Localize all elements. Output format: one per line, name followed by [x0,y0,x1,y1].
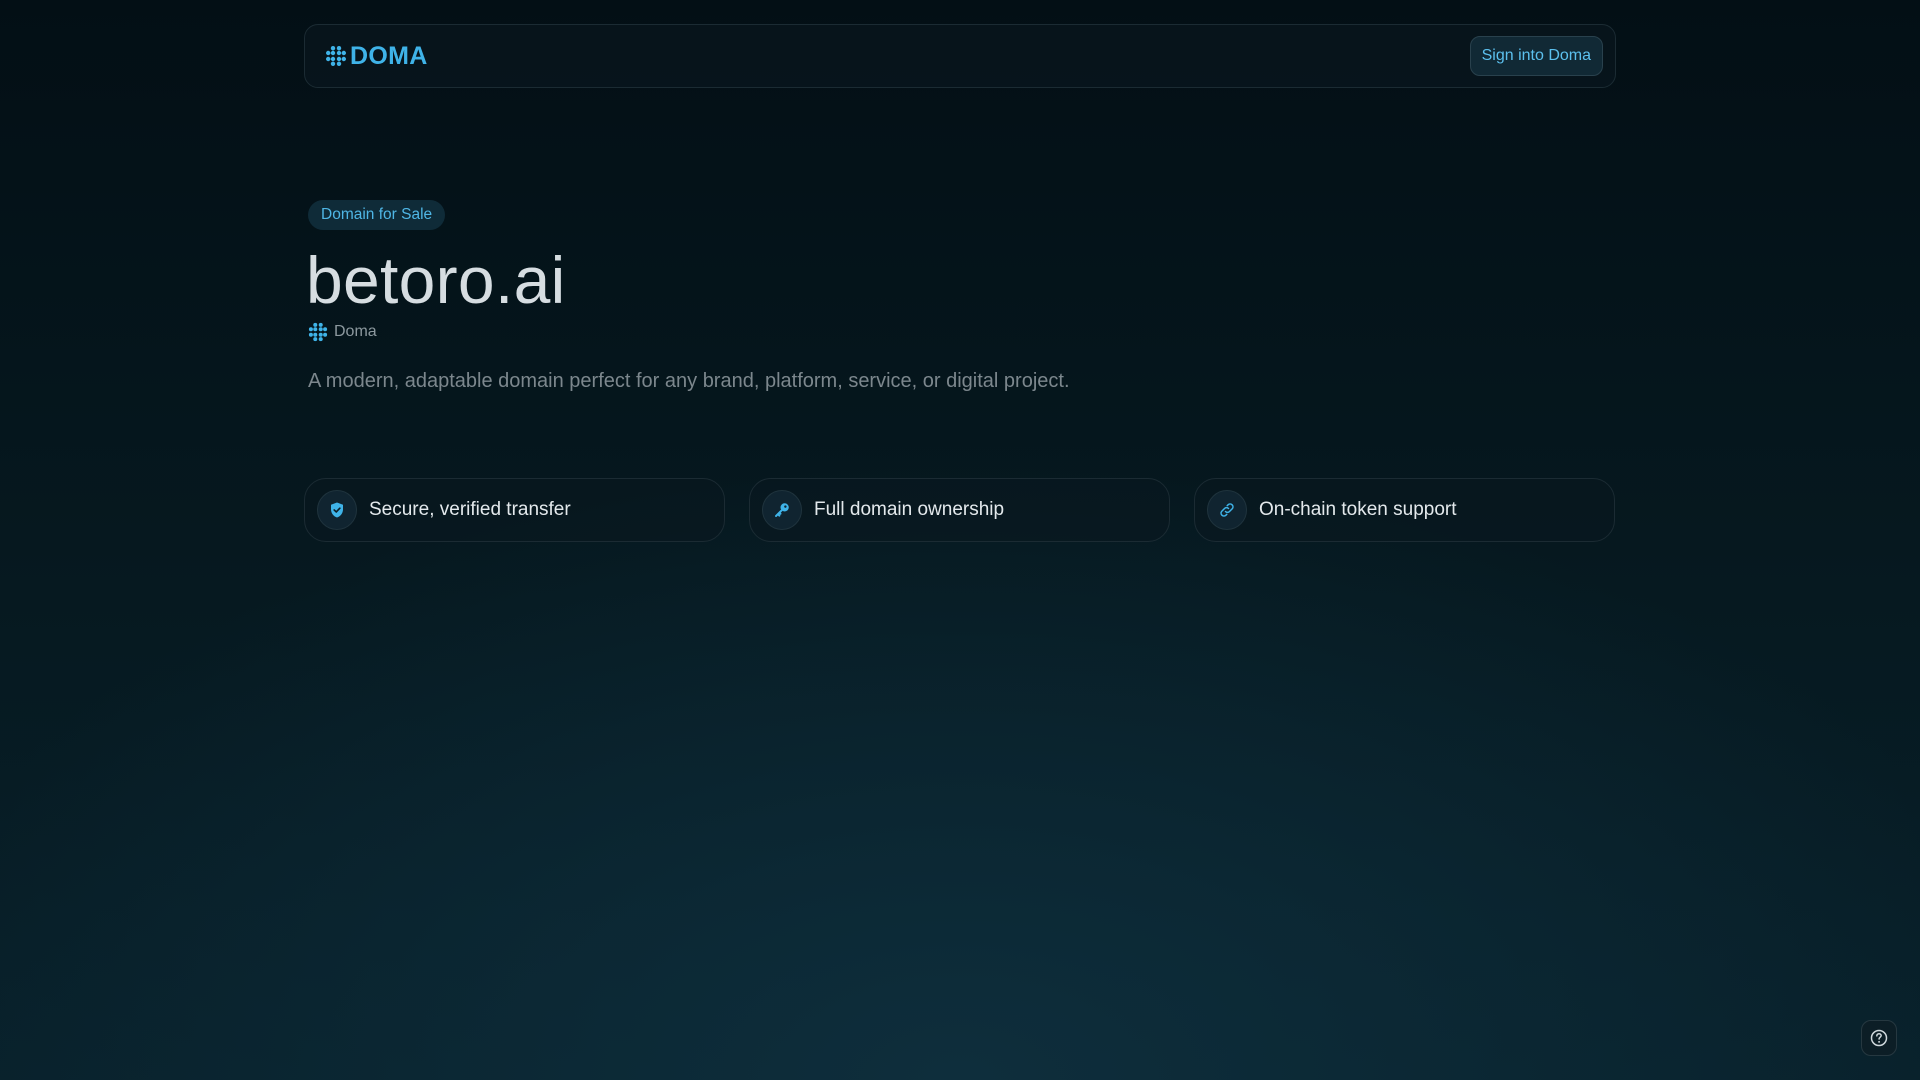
feature-label: Full domain ownership [814,499,1005,520]
feature-label: Secure, verified transfer [369,499,571,520]
feature-icon-wrapper [317,490,357,530]
help-button[interactable] [1861,1020,1897,1056]
doma-logo-icon [308,322,328,342]
doma-logo-icon [326,46,346,66]
key-icon [775,503,789,517]
feature-icon-wrapper [762,490,802,530]
brand-name: DOMA [350,41,428,70]
sign-in-button[interactable]: Sign into Doma [1469,36,1603,76]
domain-title: betoro.ai [306,243,566,317]
feature-card-token-support: On-chain token support [1194,478,1615,542]
domain-description: A modern, adaptable domain perfect for a… [308,370,1070,392]
provider-name: Doma [334,323,377,340]
feature-card-secure-transfer: Secure, verified transfer [304,478,725,542]
brand-logo[interactable]: DOMA [325,42,428,71]
help-circle-icon [1870,1029,1888,1047]
feature-icon-wrapper [1207,490,1247,530]
feature-list: Secure, verified transfer Full domain ow… [304,478,1615,542]
link-icon [1220,503,1234,517]
feature-label: On-chain token support [1259,499,1457,520]
top-header: DOMA Sign into Doma [304,24,1616,88]
feature-card-domain-ownership: Full domain ownership [749,478,1170,542]
provider-row: Doma [308,322,377,342]
shield-check-icon [331,502,343,518]
for-sale-badge: Domain for Sale [308,200,446,230]
